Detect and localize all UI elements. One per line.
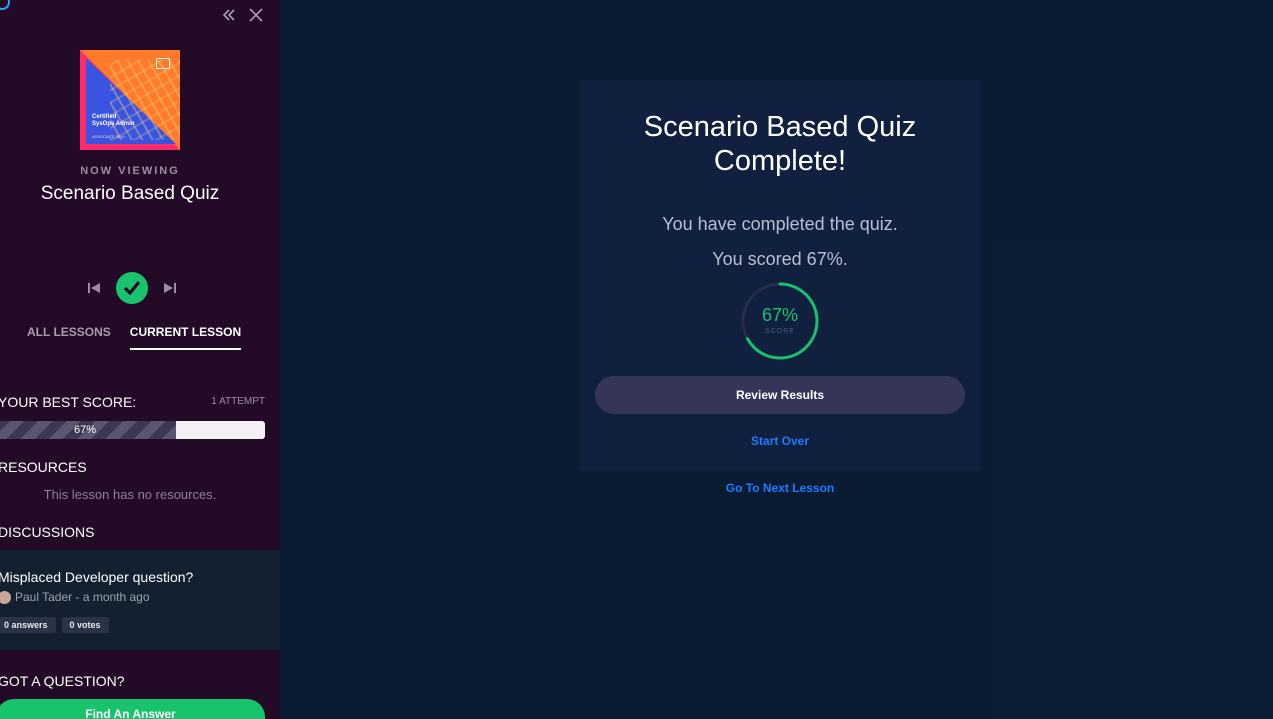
- tab-current-lesson[interactable]: CURRENT LESSON: [129, 325, 242, 350]
- course-cover-image: Certified SysOps Admin ASSOCIATE 2019: [80, 50, 180, 150]
- discussion-badges: 0 answers 0 votes: [0, 617, 109, 633]
- scored-text: You scored 67%.: [712, 249, 848, 269]
- discussion-author-time: Paul Tader - a month ago: [15, 590, 150, 604]
- certificate-icon: [156, 58, 170, 69]
- best-score-label: YOUR BEST SCORE:: [0, 394, 137, 410]
- best-score-bar: 67%: [0, 421, 265, 439]
- gauge-percent: 67%: [761, 305, 799, 325]
- no-resources-text: This lesson has no resources.: [43, 487, 217, 502]
- votes-badge: 0 votes: [61, 617, 109, 633]
- discussions-label: DISCUSSIONS: [0, 524, 95, 540]
- lesson-tabs: ALL LESSONS CURRENT LESSON: [27, 325, 242, 350]
- discussion-title[interactable]: Misplaced Developer question?: [0, 569, 193, 585]
- attempts-count: 1 ATTEMPT: [211, 396, 265, 407]
- mark-complete-button[interactable]: [116, 272, 148, 304]
- cover-subtitle: ASSOCIATE 2019: [92, 134, 125, 139]
- completed-text: You have completed the quiz.: [662, 214, 898, 234]
- resources-label: RESOURCES: [0, 459, 87, 475]
- checkmark-icon: [123, 280, 141, 296]
- lesson-title: Scenario Based Quiz: [40, 183, 220, 204]
- best-score-value: 67%: [73, 424, 97, 436]
- quiz-complete-card: Scenario Based Quiz Complete! You have c…: [580, 80, 980, 471]
- score-gauge: 67% SCORE: [740, 281, 820, 361]
- review-results-button[interactable]: Review Results: [595, 376, 965, 414]
- got-a-question-label: GOT A QUESTION?: [0, 673, 125, 689]
- cover-title-line1: Certified: [92, 114, 117, 120]
- quiz-complete-title: Scenario Based Quiz Complete!: [643, 111, 917, 177]
- start-over-link[interactable]: Start Over: [580, 434, 980, 448]
- sidebar: Certified SysOps Admin ASSOCIATE 2019 NO…: [0, 0, 280, 719]
- gauge-label: SCORE: [765, 328, 795, 335]
- background-panel: [995, 238, 1273, 719]
- close-icon[interactable]: [248, 6, 264, 24]
- go-to-next-lesson-link[interactable]: Go To Next Lesson: [580, 481, 980, 495]
- find-an-answer-button[interactable]: Find An Answer: [0, 699, 265, 719]
- now-viewing-label: NOW VIEWING: [80, 165, 180, 177]
- previous-lesson-icon[interactable]: [86, 280, 102, 296]
- discussion-item[interactable]: Misplaced Developer question? Paul Tader…: [0, 550, 280, 650]
- discussion-meta: Paul Tader - a month ago: [0, 590, 150, 604]
- avatar: [0, 590, 11, 604]
- tab-all-lessons[interactable]: ALL LESSONS: [27, 325, 111, 350]
- cover-title-line2: SysOps Admin: [92, 121, 135, 127]
- collapse-icon[interactable]: [220, 6, 236, 24]
- lesson-controls: [86, 272, 178, 304]
- logo-icon: [0, 0, 10, 10]
- next-lesson-icon[interactable]: [162, 280, 178, 296]
- sidebar-top-icons: [220, 6, 264, 24]
- answers-badge: 0 answers: [0, 617, 56, 633]
